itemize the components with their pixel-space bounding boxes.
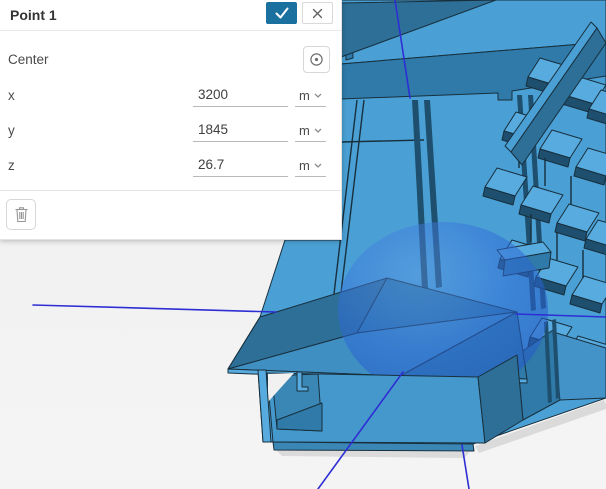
check-icon [275,7,288,19]
close-button[interactable] [302,2,333,24]
delete-button[interactable] [6,199,36,230]
coordinate-label-x: x [8,88,15,103]
unit-dropdown-y[interactable]: m [295,120,326,142]
vertical-axis-line [461,444,470,489]
coordinate-input-z[interactable] [193,155,288,177]
dialog-divider [0,190,341,191]
x-icon [312,8,323,18]
coordinate-label-y: y [8,123,15,138]
coordinate-label-z: z [8,158,15,173]
unit-dropdown-x[interactable]: m [295,85,326,107]
coordinate-input-y[interactable] [193,120,288,142]
unit-label-y: m [299,123,310,138]
center-picker-button[interactable] [303,46,330,73]
dialog-header: Point 1 [0,0,341,31]
coordinate-input-x[interactable] [193,85,288,107]
trash-icon [15,207,27,223]
confirm-button[interactable] [266,2,297,24]
coordinate-row-x: x m [0,85,341,108]
coordinate-row-z: z m [0,155,341,178]
unit-label-x: m [299,88,310,103]
dialog-title: Point 1 [10,7,57,23]
unit-dropdown-z[interactable]: m [295,155,326,177]
target-icon [310,53,323,66]
point-dialog: Point 1 Center x m [0,0,342,240]
x-axis-line [32,304,277,313]
coordinate-row-y: y m [0,120,341,143]
unit-label-z: m [299,158,310,173]
chevron-down-icon [314,93,322,98]
center-section-label: Center [8,52,49,67]
chevron-down-icon [314,128,322,133]
app-window: Point 1 Center x m [0,0,606,489]
chevron-down-icon [314,163,322,168]
